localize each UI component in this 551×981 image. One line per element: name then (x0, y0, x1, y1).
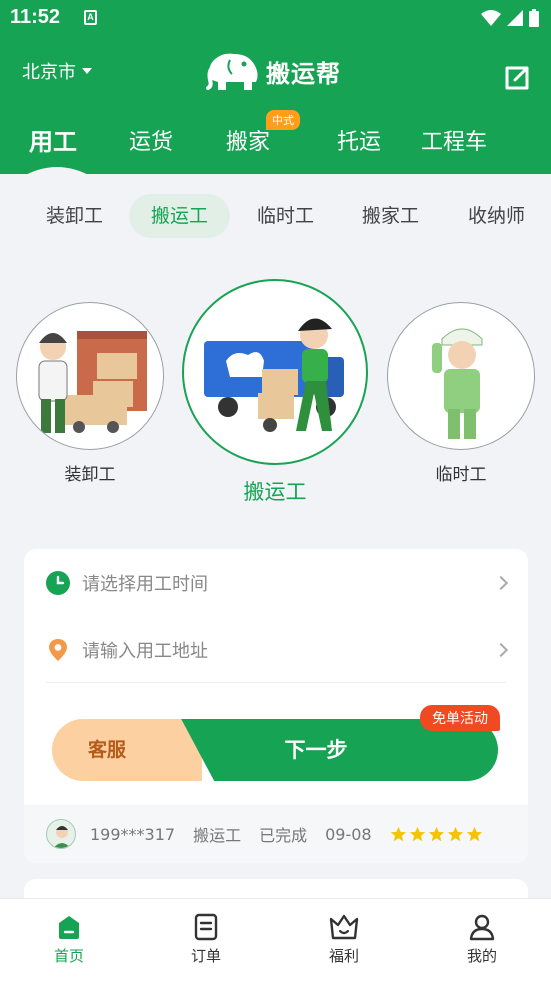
elephant-logo-icon (206, 53, 258, 90)
address-placeholder: 请输入用工地址 (82, 641, 208, 662)
nav-mine[interactable]: 我的 (442, 913, 522, 966)
tab-freight[interactable]: 运货 (129, 124, 173, 156)
nav-home-label: 首页 (53, 947, 84, 965)
chevron-down-icon (82, 68, 92, 74)
ticker-date: 09-08 (325, 824, 372, 844)
header: 11:52 A 北京市 搬运帮 用工 运货 搬家 中式 托运 工程车 (0, 0, 551, 178)
time-placeholder: 请选择用工时间 (82, 574, 208, 595)
star-icon (428, 826, 444, 841)
worker-label-temp: 临时工 (435, 465, 487, 485)
order-form-card: 请选择用工时间 请输入用工地址 客服 下一步 免单活动 199***317 搬运… (24, 549, 528, 863)
chevron-right-icon (493, 575, 509, 591)
wifi-icon (481, 10, 501, 26)
nav-orders[interactable]: 订单 (166, 913, 246, 966)
address-input-row[interactable]: 请输入用工地址 (46, 630, 509, 670)
city-selector[interactable]: 北京市 (22, 58, 92, 84)
nav-orders-label: 订单 (190, 947, 221, 965)
nav-mine-label: 我的 (466, 947, 497, 965)
city-label: 北京市 (22, 62, 76, 83)
job-tab-organizer[interactable]: 收纳师 (446, 194, 547, 238)
ticker-status: 已完成 (259, 826, 308, 845)
worker-card-porter[interactable] (182, 279, 368, 465)
moving-badge: 中式 (266, 110, 300, 130)
worker-label-loader: 装卸工 (64, 465, 116, 485)
active-tab-indicator (20, 167, 94, 178)
status-bar: 11:52 A (0, 0, 551, 36)
nav-benefits-label: 福利 (328, 947, 359, 965)
recent-order-ticker: 199***317 搬运工 已完成 09-08 (24, 805, 528, 863)
chevron-right-icon (493, 642, 509, 658)
crown-icon (329, 914, 359, 940)
service-tabs: 用工 运货 搬家 中式 托运 工程车 (0, 110, 551, 178)
job-tab-temp-worker[interactable]: 临时工 (235, 194, 336, 238)
bottom-nav: 首页 订单 福利 我的 (0, 898, 551, 981)
ticker-phone: 199***317 (90, 824, 176, 844)
location-pin-icon (49, 639, 67, 661)
worker-label-porter: 搬运工 (243, 480, 307, 504)
home-icon (59, 916, 79, 939)
ticker-job: 搬运工 (193, 826, 242, 845)
action-bar: 客服 下一步 免单活动 (52, 705, 500, 783)
notification-icon: A (84, 10, 97, 25)
job-tab-loader[interactable]: 装卸工 (24, 194, 125, 238)
loader-illustration (38, 331, 147, 433)
tab-hire-labor[interactable]: 用工 (29, 122, 77, 157)
worker-card-temp[interactable] (387, 302, 535, 450)
status-time: 11:52 (10, 6, 61, 28)
next-step-label: 下一步 (284, 738, 348, 762)
porter-illustration (204, 318, 344, 432)
clock-icon (46, 571, 70, 595)
star-icon (409, 826, 425, 841)
job-tab-porter[interactable]: 搬运工 (129, 194, 231, 238)
status-icons (481, 9, 539, 27)
free-order-promo-badge[interactable]: 免单活动 (420, 705, 500, 731)
temp-worker-illustration (432, 328, 483, 439)
time-selector-row[interactable]: 请选择用工时间 (46, 563, 509, 603)
tab-moving[interactable]: 搬家 (226, 124, 270, 156)
star-icon (466, 826, 482, 841)
rating-stars (390, 826, 483, 843)
job-type-tabs: 装卸工 搬运工 临时工 搬家工 收纳师 (0, 194, 551, 240)
share-icon[interactable] (503, 64, 531, 92)
order-icon (194, 913, 218, 941)
customer-service-button[interactable]: 客服 (52, 719, 202, 781)
nav-benefits[interactable]: 福利 (304, 913, 384, 966)
star-icon (390, 826, 406, 841)
divider (46, 682, 506, 683)
job-tab-mover[interactable]: 搬家工 (340, 194, 441, 238)
star-icon (447, 826, 463, 841)
user-icon (469, 914, 495, 941)
worker-card-loader[interactable] (16, 302, 164, 450)
tab-engineering-vehicle[interactable]: 工程车 (421, 124, 487, 156)
app-logo: 搬运帮 (204, 50, 341, 92)
logo-text: 搬运帮 (266, 59, 341, 88)
signal-icon (507, 10, 523, 26)
battery-icon (529, 9, 539, 27)
avatar (46, 819, 76, 849)
tab-consignment[interactable]: 托运 (337, 124, 381, 156)
nav-home[interactable]: 首页 (29, 913, 109, 966)
